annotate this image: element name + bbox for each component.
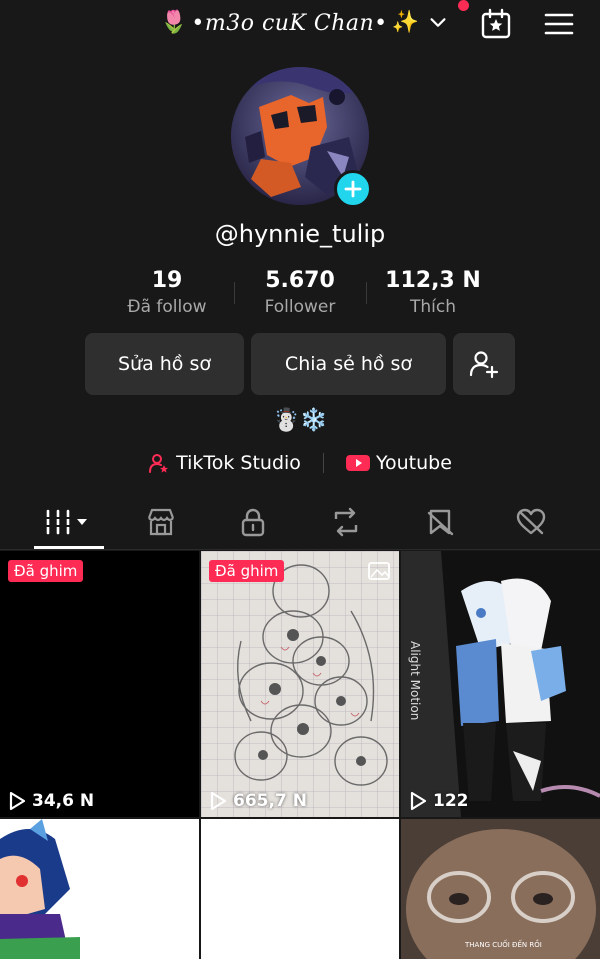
view-count: 665,7 N <box>209 791 307 811</box>
view-count-value: 122 <box>433 791 469 811</box>
overlay-text: Alight Motion <box>408 641 422 720</box>
stat-value: 5.670 <box>265 268 335 293</box>
notification-dot <box>458 0 469 11</box>
play-icon <box>410 791 427 811</box>
stat-likes[interactable]: 112,3 N Thích <box>370 268 496 317</box>
repost-icon <box>334 507 358 537</box>
link-label: TikTok Studio <box>176 452 301 474</box>
tab-favorites[interactable] <box>410 504 470 540</box>
menu-button[interactable] <box>543 8 575 40</box>
video-grid: Đã ghim 34,6 N Đã ghim 665,7 N Alight Mo… <box>0 551 600 959</box>
calendar-star-icon <box>481 8 511 39</box>
youtube-link[interactable]: Youtube <box>345 452 452 474</box>
tab-liked[interactable] <box>501 504 561 540</box>
plus-icon <box>344 180 362 198</box>
stat-divider <box>366 282 367 304</box>
tabs-divider <box>0 549 600 550</box>
view-count: 34,6 N <box>8 791 94 811</box>
add-user-icon <box>469 351 499 379</box>
play-icon <box>210 791 227 811</box>
stat-followers[interactable]: 5.670 Follower <box>237 268 363 317</box>
menu-icon <box>544 13 574 35</box>
view-count: 122 <box>409 791 469 811</box>
chevron-down-icon <box>430 18 446 27</box>
video-thumbnail[interactable]: Đã ghim 665,7 N <box>201 551 399 817</box>
bio: ☃️❄️ <box>272 408 328 433</box>
stat-value: 19 <box>151 268 183 293</box>
top-bar: 🌷 •m3o cuK Chan• ✨ <box>0 0 600 48</box>
edit-profile-button[interactable]: Sửa hồ sơ <box>85 333 244 395</box>
sketch-thumbnail <box>201 551 399 817</box>
link-label: Youtube <box>375 452 452 474</box>
content-tabs <box>0 496 600 550</box>
video-thumbnail[interactable]: Alight Motion 122 <box>401 551 600 817</box>
stat-label: Follower <box>264 297 336 317</box>
stat-divider <box>234 282 235 304</box>
stat-label: Thích <box>409 297 456 317</box>
stat-label: Đã follow <box>127 297 207 317</box>
username: @hynnie_tulip <box>214 220 386 248</box>
overlay-text: THANG CUỐI ĐẾN RỒI <box>464 939 542 949</box>
tab-shop[interactable] <box>131 504 191 540</box>
pinned-badge: Đã ghim <box>8 560 84 582</box>
video-thumbnail[interactable] <box>0 819 199 959</box>
tulip-emoji: 🌷 <box>160 10 188 35</box>
face-thumbnail: THANG CUỐI ĐẾN RỒI <box>401 819 600 959</box>
profile-links: TikTok Studio Youtube <box>0 448 600 478</box>
tiktok-studio-link[interactable]: TikTok Studio <box>148 452 301 474</box>
video-thumbnail[interactable]: THANG CUỐI ĐẾN RỒI <box>401 819 600 959</box>
grid-icon <box>44 509 87 535</box>
stat-following[interactable]: 19 Đã follow <box>104 268 230 317</box>
lock-icon <box>241 508 265 537</box>
view-count-value: 665,7 N <box>233 791 307 811</box>
add-avatar-button[interactable] <box>334 170 372 208</box>
share-profile-button[interactable]: Chia sẻ hồ sơ <box>251 333 446 395</box>
view-count-value: 34,6 N <box>32 791 95 811</box>
character-thumbnail: Alight Motion <box>401 551 600 817</box>
stats-row: 19 Đã follow 5.670 Follower 112,3 N Thíc… <box>110 268 490 328</box>
video-thumbnail[interactable] <box>201 819 399 959</box>
studio-icon <box>149 454 169 473</box>
add-friend-button[interactable] <box>453 333 515 395</box>
pinned-badge: Đã ghim <box>209 560 285 582</box>
play-icon <box>9 791 26 811</box>
link-divider <box>322 453 324 473</box>
video-thumbnail[interactable]: Đã ghim 34,6 N <box>0 551 199 817</box>
sparkles-emoji: ✨ <box>391 10 420 35</box>
tab-videos[interactable] <box>38 504 98 540</box>
calendar-star-button[interactable] <box>480 8 512 40</box>
tab-reposts[interactable] <box>316 504 376 540</box>
shop-icon <box>147 508 175 536</box>
account-switcher[interactable]: 🌷 •m3o cuK Chan• ✨ <box>160 6 449 40</box>
account-name: •m3o cuK Chan• <box>191 10 388 36</box>
youtube-icon <box>345 455 370 471</box>
stat-value: 112,3 N <box>385 268 481 293</box>
tab-private[interactable] <box>223 504 283 540</box>
liked-icon <box>516 508 546 535</box>
bookmark-icon <box>427 509 454 536</box>
character-thumbnail <box>0 819 80 959</box>
